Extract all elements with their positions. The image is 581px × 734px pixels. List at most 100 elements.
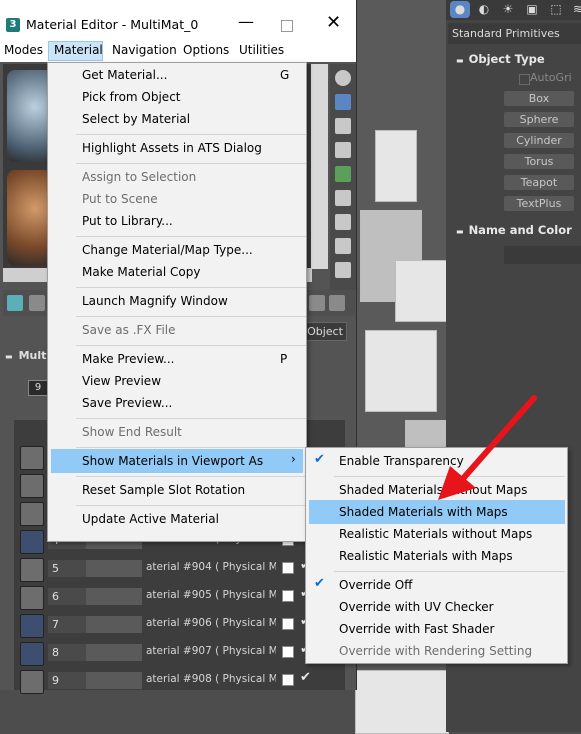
menu-navigation[interactable]: Navigation — [112, 43, 177, 57]
pick-material-icon[interactable] — [309, 295, 325, 311]
shapes-icon[interactable]: ◐ — [474, 1, 494, 18]
submenu-item-override-fast-shader[interactable]: Override with Fast Shader — [339, 622, 494, 636]
light-icon[interactable]: ☀ — [498, 1, 518, 18]
backlight-icon[interactable] — [335, 94, 351, 110]
collapse-icon: ▬ — [456, 56, 464, 65]
maximize-icon[interactable] — [281, 20, 293, 32]
submenu-item-override-uv-checker[interactable]: Override with UV Checker — [339, 600, 494, 614]
material-thumbnail[interactable] — [20, 586, 44, 610]
sphere-icon[interactable]: ● — [450, 1, 470, 18]
material-checkbox[interactable] — [282, 674, 294, 686]
cylinder-button[interactable]: Cylinder — [504, 133, 574, 148]
material-name[interactable]: aterial #904 ( Physical Mater — [146, 561, 276, 573]
material-name[interactable]: aterial #907 ( Physical Mater — [146, 645, 276, 657]
torus-button[interactable]: Torus — [504, 154, 574, 169]
material-name[interactable]: aterial #906 ( Physical Mater — [146, 617, 276, 629]
object-button[interactable]: Object — [303, 322, 347, 341]
material-checkbox[interactable] — [282, 562, 294, 574]
menu-utilities[interactable]: Utilities — [239, 43, 284, 57]
material-thumbnail[interactable] — [20, 558, 44, 582]
list-item[interactable]: 9 aterial #908 ( Physical Mater ✔ — [20, 670, 340, 694]
menu-item-update-active-material[interactable]: Update Active Material — [82, 512, 219, 526]
menu-item-reset-sample-slot-rotation[interactable]: Reset Sample Slot Rotation — [82, 483, 245, 497]
material-checkbox[interactable] — [282, 646, 294, 658]
material-navigator-icon[interactable] — [335, 262, 351, 278]
menu-item-pick-from-object[interactable]: Pick from Object — [82, 90, 181, 104]
material-thumbnail[interactable] — [20, 502, 44, 526]
list-item[interactable]: 8 aterial #907 ( Physical Mater ✔ — [20, 642, 340, 666]
put-to-scene-icon[interactable] — [29, 295, 45, 311]
primitive-type-dropdown[interactable]: Standard Primitives — [448, 23, 581, 44]
minimize-icon[interactable]: — — [238, 12, 254, 31]
menu-item-make-material-copy[interactable]: Make Material Copy — [82, 265, 200, 279]
material-thumbnail[interactable] — [20, 474, 44, 498]
close-icon[interactable]: ✕ — [326, 12, 341, 33]
submenu-item-realistic-with-maps[interactable]: Realistic Materials with Maps — [339, 549, 513, 563]
material-checkbox[interactable] — [282, 618, 294, 630]
menu-item-change-material-type[interactable]: Change Material/Map Type... — [82, 243, 253, 257]
background-icon[interactable] — [335, 118, 351, 134]
list-item[interactable]: 5 aterial #904 ( Physical Mater ✔ — [20, 558, 340, 582]
number-of-materials-field[interactable]: 9 — [28, 380, 48, 396]
menu-item-highlight-assets[interactable]: Highlight Assets in ATS Dialog — [82, 141, 262, 155]
menu-item-launch-magnify-window[interactable]: Launch Magnify Window — [82, 294, 228, 308]
material-slot-name[interactable] — [86, 672, 142, 689]
submenu-item-shaded-with-maps[interactable]: Shaded Materials with Maps — [339, 505, 508, 519]
menu-modes[interactable]: Modes — [4, 43, 43, 57]
material-on-check[interactable]: ✔ — [300, 670, 311, 685]
submenu-item-shaded-without-maps[interactable]: Shaded Materials without Maps — [339, 483, 527, 497]
sphere-button[interactable]: Sphere — [504, 112, 574, 127]
make-preview-icon[interactable] — [335, 190, 351, 206]
menu-item-view-preview[interactable]: View Preview — [82, 374, 161, 388]
video-check-icon[interactable] — [335, 166, 351, 182]
options-icon[interactable] — [335, 214, 351, 230]
check-icon: ✔ — [314, 452, 325, 467]
menu-item-show-materials-in-viewport[interactable]: Show Materials in Viewport As — [82, 454, 263, 468]
submenu-item-realistic-without-maps[interactable]: Realistic Materials without Maps — [339, 527, 532, 541]
box-button[interactable]: Box — [504, 91, 574, 106]
menu-material[interactable]: Material — [54, 43, 103, 57]
menu-item-make-preview[interactable]: Make Preview... — [82, 352, 174, 366]
list-item[interactable]: 7 aterial #906 ( Physical Mater ✔ — [20, 614, 340, 638]
submenu-item-override-off[interactable]: Override Off — [339, 578, 412, 592]
select-by-material-icon[interactable] — [335, 238, 351, 254]
go-forward-icon[interactable] — [329, 295, 345, 311]
menu-separator — [76, 505, 306, 506]
title-bar[interactable]: 3 Material Editor - MultiMat_0 — ✕ — [0, 0, 356, 40]
menu-options[interactable]: Options — [183, 43, 229, 57]
material-thumbnail[interactable] — [20, 670, 44, 694]
helper-icon[interactable]: ⬚ — [546, 1, 566, 18]
material-slot-name[interactable] — [86, 616, 142, 633]
menu-item-save-preview[interactable]: Save Preview... — [82, 396, 172, 410]
textplus-button[interactable]: TextPlus — [504, 196, 574, 211]
object-type-rollout[interactable]: ▬ Object Type — [448, 50, 581, 68]
menu-item-get-material[interactable]: Get Material... — [82, 68, 167, 82]
menu-item-select-by-material[interactable]: Select by Material — [82, 112, 190, 126]
material-name[interactable]: aterial #908 ( Physical Mater — [146, 673, 276, 685]
autogrid-checkbox[interactable] — [519, 74, 530, 85]
name-and-color-rollout[interactable]: ▬ Name and Color — [448, 221, 581, 239]
get-material-icon[interactable] — [7, 295, 23, 311]
slot-scrollbar[interactable] — [311, 64, 328, 269]
material-thumbnail[interactable] — [20, 614, 44, 638]
material-slot-name[interactable] — [86, 588, 142, 605]
material-thumbnail[interactable] — [20, 446, 44, 470]
material-name[interactable]: aterial #905 ( Physical Mater — [146, 589, 276, 601]
object-name-field[interactable] — [504, 246, 581, 264]
list-item[interactable]: 6 aterial #905 ( Physical Mater ✔ — [20, 586, 340, 610]
material-menu: Get Material... G Pick from Object Selec… — [47, 62, 307, 542]
menu-bar: Modes Material Navigation Options Utilit… — [0, 40, 356, 62]
spacewarp-icon[interactable]: ≋ — [568, 1, 581, 18]
sample-type-icon[interactable] — [335, 70, 351, 86]
submenu-item-enable-transparency[interactable]: Enable Transparency — [339, 454, 464, 468]
teapot-button[interactable]: Teapot — [504, 175, 574, 190]
material-checkbox[interactable] — [282, 590, 294, 602]
menu-item-put-to-library[interactable]: Put to Library... — [82, 214, 173, 228]
uv-tiling-icon[interactable] — [335, 142, 351, 158]
material-thumbnail[interactable] — [20, 642, 44, 666]
material-slot-name[interactable] — [86, 560, 142, 577]
material-slot-name[interactable] — [86, 644, 142, 661]
camera-icon[interactable]: ▣ — [522, 1, 542, 18]
material-thumbnail[interactable] — [20, 530, 44, 554]
check-icon: ✔ — [314, 576, 325, 591]
